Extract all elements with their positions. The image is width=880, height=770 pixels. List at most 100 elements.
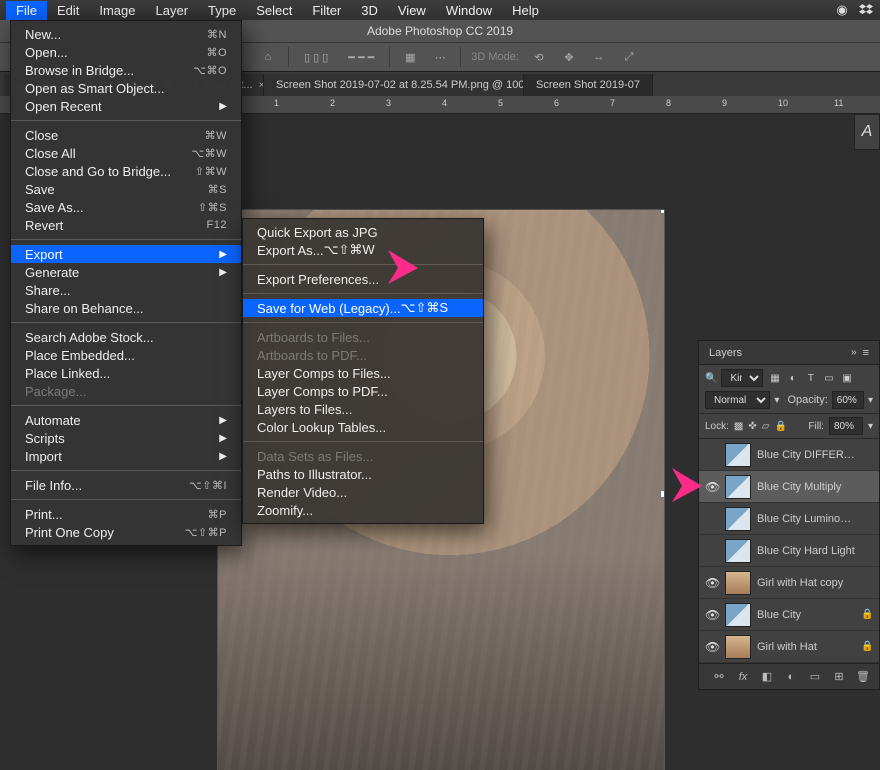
new-layer-icon[interactable]: ⊞ [831, 669, 847, 685]
fill-value[interactable]: 80% [829, 417, 863, 435]
menu-3d[interactable]: 3D [351, 1, 388, 20]
menu-item[interactable]: Import▶ [11, 447, 241, 465]
layer-name[interactable]: Blue City Luminosity [757, 513, 855, 525]
cc-status-icon[interactable]: ◉ [834, 2, 850, 18]
transform-handle[interactable] [660, 490, 664, 498]
layer-thumbnail[interactable] [725, 603, 751, 627]
distribute-icon[interactable]: ▦ [400, 47, 420, 67]
menu-item[interactable]: Close and Go to Bridge...⇧⌘W [11, 162, 241, 180]
menu-item[interactable]: Zoomify... [243, 501, 483, 519]
visibility-toggle[interactable]: 👁 [705, 576, 719, 590]
lock-all-icon[interactable]: 🔒 [774, 421, 786, 432]
link-layers-icon[interactable]: ⚯ [711, 669, 727, 685]
layer-row[interactable]: 👁Girl with Hat copy [699, 567, 879, 599]
layer-row[interactable]: 👁Blue City🔒 [699, 599, 879, 631]
menu-item[interactable]: Browse in Bridge...⌥⌘O [11, 61, 241, 79]
chevron-down-icon[interactable]: ▾ [868, 395, 873, 406]
lock-position-icon[interactable]: ✜ [748, 421, 756, 432]
visibility-toggle[interactable]: 👁 [705, 608, 719, 622]
layer-filter-kind[interactable]: Kind [721, 369, 763, 387]
layer-style-icon[interactable]: fx [735, 669, 751, 685]
menu-item[interactable]: Open Recent▶ [11, 97, 241, 115]
adjustment-layer-icon[interactable]: ◐ [783, 669, 799, 685]
more-options-icon[interactable]: ⋯ [430, 47, 450, 67]
filter-adjust-icon[interactable]: ◐ [785, 371, 800, 386]
opacity-value[interactable]: 60% [832, 391, 864, 409]
panel-menu-icon[interactable]: ≡ [863, 347, 869, 359]
menu-item[interactable]: Save As...⇧⌘S [11, 198, 241, 216]
layer-thumbnail[interactable] [725, 507, 751, 531]
menu-item[interactable]: Scripts▶ [11, 429, 241, 447]
delete-layer-icon[interactable]: 🗑 [855, 669, 871, 685]
menu-layer[interactable]: Layer [146, 1, 199, 20]
layer-name[interactable]: Girl with Hat [757, 641, 855, 653]
menu-filter[interactable]: Filter [302, 1, 351, 20]
layer-thumbnail[interactable] [725, 443, 751, 467]
layer-row[interactable]: 👁Girl with Hat🔒 [699, 631, 879, 663]
dropbox-icon[interactable] [858, 2, 874, 18]
layer-thumbnail[interactable] [725, 475, 751, 499]
tab-document-2[interactable]: Screen Shot 2019-07-02 at 8.25.54 PM.png… [264, 74, 524, 96]
menu-view[interactable]: View [388, 1, 436, 20]
menu-item[interactable]: New...⌘N [11, 25, 241, 43]
menu-item[interactable]: Close⌘W [11, 126, 241, 144]
filter-pixel-icon[interactable]: ▦ [767, 371, 782, 386]
chevron-down-icon[interactable]: ▾ [868, 421, 873, 432]
menu-item[interactable]: Export Preferences... [243, 270, 483, 288]
align-vertical-group[interactable]: ▯ ▯ ▯ [299, 47, 333, 67]
layer-mask-icon[interactable]: ◧ [759, 669, 775, 685]
layer-name[interactable]: Blue City Multiply [757, 481, 855, 493]
layer-thumbnail[interactable] [725, 571, 751, 595]
layer-thumbnail[interactable] [725, 539, 751, 563]
menu-select[interactable]: Select [246, 1, 302, 20]
menu-item[interactable]: Place Linked... [11, 364, 241, 382]
tab-document-3[interactable]: Screen Shot 2019-07 [524, 74, 653, 96]
menu-item[interactable]: Print...⌘P [11, 505, 241, 523]
menu-item[interactable]: Share on Behance... [11, 299, 241, 317]
layer-row[interactable]: Blue City Luminosity [699, 503, 879, 535]
menu-help[interactable]: Help [502, 1, 549, 20]
group-icon[interactable]: ▭ [807, 669, 823, 685]
layer-row[interactable]: Blue City Hard Light [699, 535, 879, 567]
layer-name[interactable]: Blue City [757, 609, 855, 621]
layer-row[interactable]: Blue City DIFFERENCE [699, 439, 879, 471]
layer-name[interactable]: Blue City DIFFERENCE [757, 449, 855, 461]
menu-type[interactable]: Type [198, 1, 246, 20]
menu-item[interactable]: Quick Export as JPG [243, 223, 483, 241]
menu-item[interactable]: Open as Smart Object... [11, 79, 241, 97]
menu-item[interactable]: Place Embedded... [11, 346, 241, 364]
menu-window[interactable]: Window [436, 1, 502, 20]
menu-item[interactable]: Render Video... [243, 483, 483, 501]
align-horizontal-group[interactable]: ━ ━ ━ [343, 47, 379, 67]
home-icon[interactable]: ⌂ [258, 47, 278, 67]
menu-item[interactable]: Layers to Files... [243, 400, 483, 418]
lock-pixels-icon[interactable]: ▩ [734, 421, 743, 432]
menu-file[interactable]: File [6, 1, 47, 20]
menu-edit[interactable]: Edit [47, 1, 89, 20]
layer-thumbnail[interactable] [725, 635, 751, 659]
filter-shape-icon[interactable]: ▭ [821, 371, 836, 386]
menu-item[interactable]: Close All⌥⌘W [11, 144, 241, 162]
blend-mode-select[interactable]: Normal [705, 391, 770, 409]
menu-item[interactable]: Save for Web (Legacy)...⌥⇧⌘S [243, 299, 483, 317]
lock-artboard-icon[interactable]: ▱ [762, 421, 770, 432]
menu-item[interactable]: Share... [11, 281, 241, 299]
menu-item[interactable]: Print One Copy⌥⇧⌘P [11, 523, 241, 541]
menu-item[interactable]: Layer Comps to Files... [243, 364, 483, 382]
menu-image[interactable]: Image [89, 1, 145, 20]
3d-orbit-icon[interactable]: ⟲ [529, 47, 549, 67]
character-panel-icon[interactable]: A [854, 114, 880, 150]
menu-item[interactable]: RevertF12 [11, 216, 241, 234]
menu-item[interactable]: Automate▶ [11, 411, 241, 429]
layers-panel-header[interactable]: Layers » ≡ [699, 341, 879, 365]
3d-pan-icon[interactable]: ✥ [559, 47, 579, 67]
menu-item[interactable]: Export▶ [11, 245, 241, 263]
3d-scale-icon[interactable]: ⤢ [619, 47, 639, 67]
layer-name[interactable]: Blue City Hard Light [757, 545, 855, 557]
menu-item[interactable]: File Info...⌥⇧⌘I [11, 476, 241, 494]
3d-slide-icon[interactable]: ↔ [589, 47, 609, 67]
transform-handle[interactable] [660, 210, 664, 214]
menu-item[interactable]: Generate▶ [11, 263, 241, 281]
menu-item[interactable]: Export As...⌥⇧⌘W [243, 241, 483, 259]
filter-smart-icon[interactable]: ▣ [839, 371, 854, 386]
